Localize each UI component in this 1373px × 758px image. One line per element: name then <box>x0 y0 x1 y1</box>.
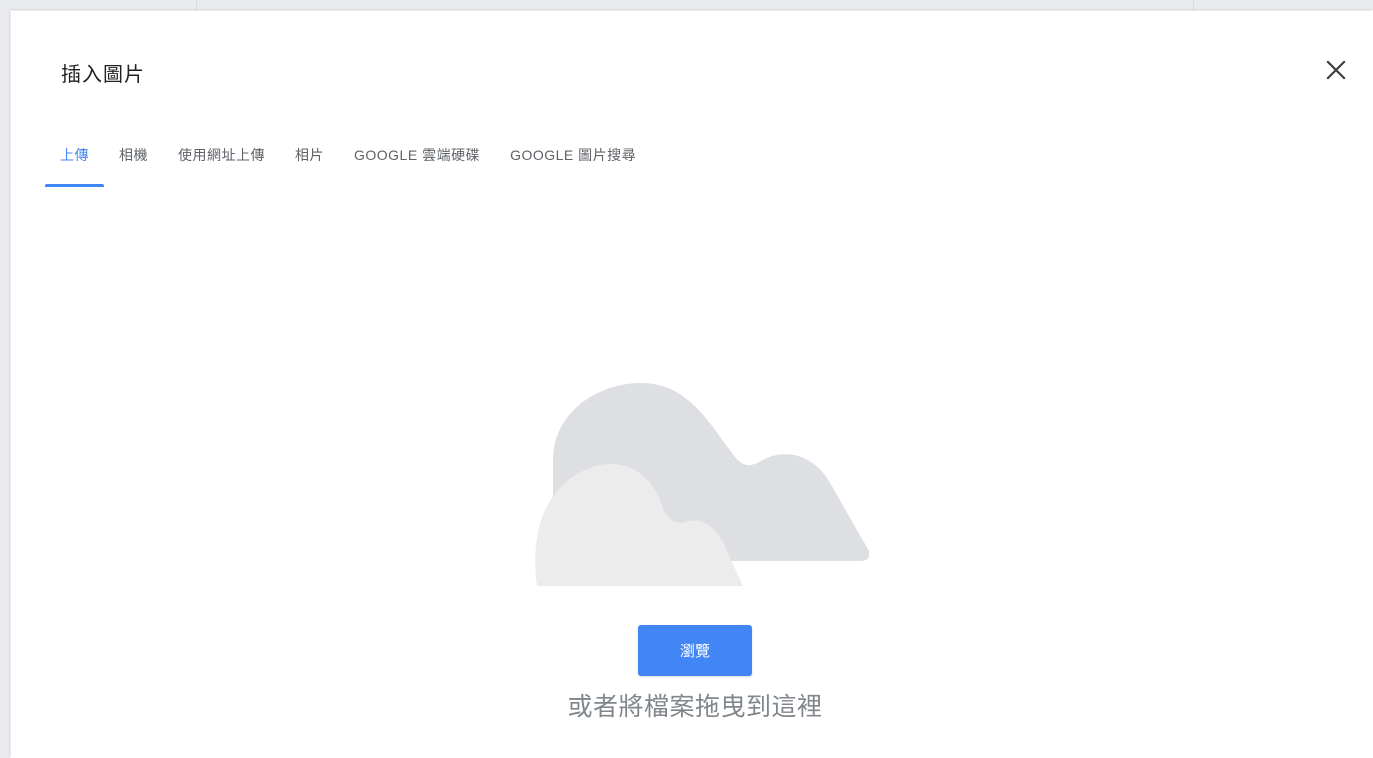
tab-google-drive[interactable]: GOOGLE 雲端硬碟 <box>339 129 495 187</box>
tab-camera[interactable]: 相機 <box>104 129 163 187</box>
tab-label: GOOGLE 圖片搜尋 <box>510 147 637 163</box>
tab-bar: 上傳 相機 使用網址上傳 相片 GOOGLE 雲端硬碟 GOOGLE 圖片搜尋 <box>45 129 651 187</box>
close-icon <box>1326 60 1346 80</box>
tab-label: 上傳 <box>60 147 89 163</box>
insert-image-dialog: 插入圖片 上傳 相機 使用網址上傳 相片 GOOGLE 雲端硬碟 GOOGLE … <box>11 11 1373 758</box>
tab-photos[interactable]: 相片 <box>280 129 339 187</box>
active-tab-indicator <box>45 184 104 187</box>
tab-label: GOOGLE 雲端硬碟 <box>354 147 481 163</box>
tab-label: 使用網址上傳 <box>178 147 265 163</box>
tab-google-image-search[interactable]: GOOGLE 圖片搜尋 <box>495 129 651 187</box>
tab-label: 相機 <box>119 147 148 163</box>
toolbar-divider <box>1193 0 1194 10</box>
tab-label: 相片 <box>295 147 324 163</box>
toolbar-divider <box>196 0 197 10</box>
dialog-title: 插入圖片 <box>61 64 145 86</box>
background-toolbar <box>0 0 1373 10</box>
browse-button[interactable]: 瀏覽 <box>638 625 752 676</box>
tab-upload-by-url[interactable]: 使用網址上傳 <box>163 129 280 187</box>
cloud-icon <box>535 383 869 586</box>
drop-zone-hint: 或者將檔案拖曳到這裡 <box>567 693 823 721</box>
close-button[interactable] <box>1321 55 1351 85</box>
background-left-edge <box>0 0 10 758</box>
tab-upload[interactable]: 上傳 <box>45 129 104 187</box>
